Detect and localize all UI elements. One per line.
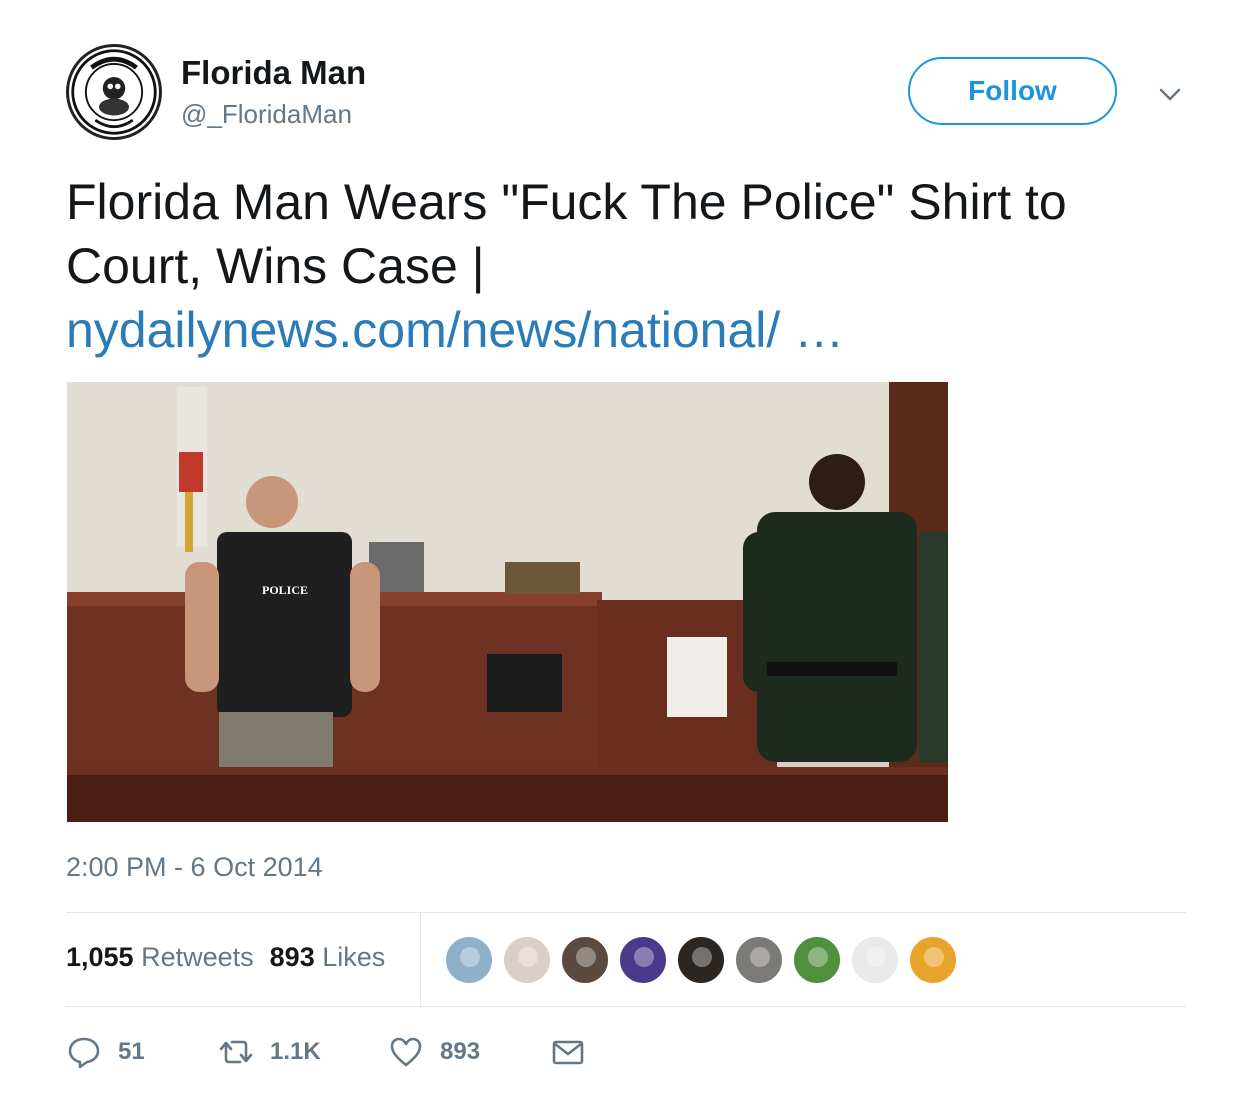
retweets-stat[interactable]: 1,055 Retweets xyxy=(66,942,254,972)
tweet-photo[interactable]: POLICE xyxy=(67,382,948,822)
divider-bottom xyxy=(66,1006,1186,1007)
tweet-card: Florida Man @_FloridaMan Follow Florida … xyxy=(0,0,1250,1108)
liker-avatar-4[interactable] xyxy=(618,935,668,985)
likes-count: 893 xyxy=(269,942,315,972)
liker-avatar-1[interactable] xyxy=(444,935,494,985)
shirt-text: POLICE xyxy=(262,583,308,597)
liker-avatar-7[interactable] xyxy=(792,935,842,985)
display-name[interactable]: Florida Man xyxy=(181,54,366,92)
tweet-body: Florida Man Wears "Fuck The Police" Shir… xyxy=(66,174,1067,294)
liker-avatar-6[interactable] xyxy=(734,935,784,985)
chevron-down-icon[interactable] xyxy=(1155,80,1185,110)
follow-button[interactable]: Follow xyxy=(908,57,1117,125)
retweets-count: 1,055 xyxy=(66,942,134,972)
retweet-count: 1.1K xyxy=(270,1038,321,1065)
courtroom-photo: POLICE xyxy=(67,382,948,822)
retweets-label: Retweets xyxy=(141,942,254,972)
liker-avatar-9[interactable] xyxy=(908,935,958,985)
liker-avatar-8[interactable] xyxy=(850,935,900,985)
like-count: 893 xyxy=(440,1038,481,1065)
timestamp[interactable]: 2:00 PM - 6 Oct 2014 xyxy=(66,852,323,883)
liker-avatar-5[interactable] xyxy=(676,935,726,985)
like-action[interactable]: 893 xyxy=(388,1032,480,1072)
liker-avatar-3[interactable] xyxy=(560,935,610,985)
reply-count: 51 xyxy=(118,1038,145,1065)
tweet-link[interactable]: nydailynews.com/news/national/ … xyxy=(66,298,1206,362)
heart-icon xyxy=(390,1037,422,1067)
liker-avatar-2[interactable] xyxy=(502,935,552,985)
retweet-action[interactable]: 1.1K xyxy=(218,1032,321,1072)
avatar[interactable] xyxy=(66,44,162,140)
reply-action[interactable]: 51 xyxy=(66,1032,145,1072)
dm-action[interactable] xyxy=(550,1032,602,1072)
envelope-icon xyxy=(552,1040,584,1065)
divider-top xyxy=(66,912,1186,913)
florida-man-seal-logo xyxy=(71,49,157,135)
likes-label: Likes xyxy=(322,942,386,972)
reply-icon xyxy=(68,1037,100,1069)
retweet-icon xyxy=(219,1040,253,1064)
handle[interactable]: @_FloridaMan xyxy=(181,99,352,130)
likes-stat[interactable]: 893 Likes xyxy=(270,942,386,972)
tweet-stats: 1,055 Retweets 893 Likes xyxy=(66,942,385,973)
divider-vertical xyxy=(420,913,421,1007)
tweet-text: Florida Man Wears "Fuck The Police" Shir… xyxy=(66,170,1206,362)
